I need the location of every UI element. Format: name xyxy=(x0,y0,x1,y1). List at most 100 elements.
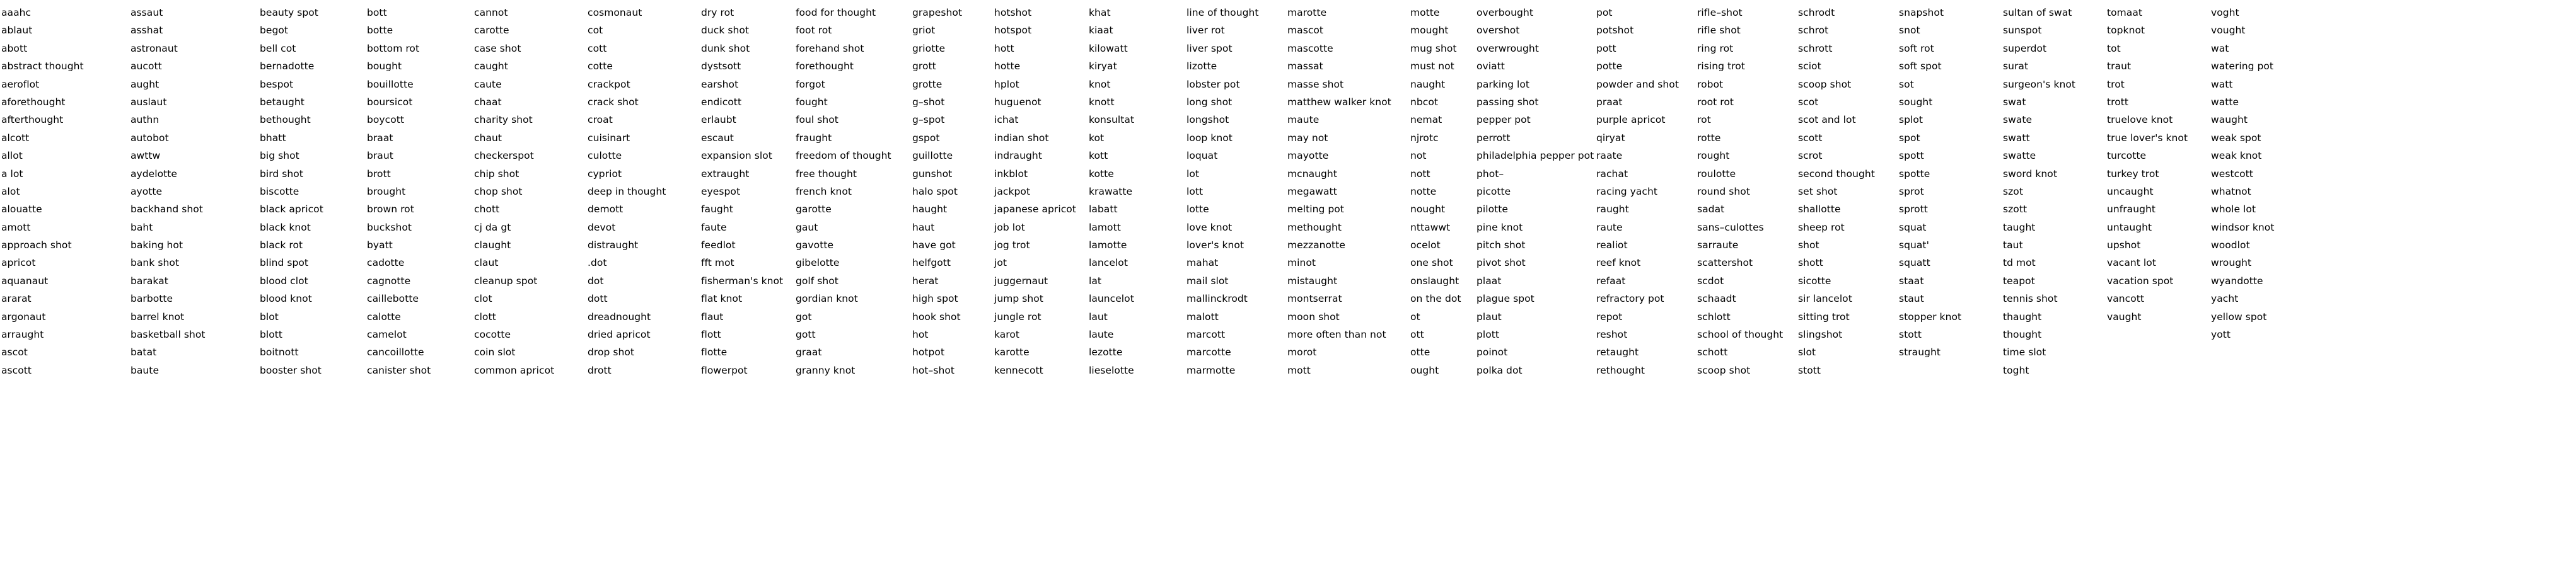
word-entry[interactable]: not xyxy=(1410,147,1470,164)
word-entry[interactable]: repot xyxy=(1596,308,1691,326)
word-entry[interactable]: weak knot xyxy=(2211,147,2315,164)
word-entry[interactable]: guillotte xyxy=(912,147,988,164)
word-entry[interactable]: jog trot xyxy=(994,236,1082,254)
word-entry[interactable]: picotte xyxy=(1477,183,1590,200)
word-entry[interactable]: cadotte xyxy=(367,254,468,272)
word-entry[interactable]: hot xyxy=(912,326,988,343)
word-entry[interactable]: baute xyxy=(131,362,253,379)
word-entry[interactable]: notte xyxy=(1410,183,1470,200)
word-entry[interactable]: baking hot xyxy=(131,236,253,254)
word-entry[interactable]: scot and lot xyxy=(1798,111,1893,129)
word-entry[interactable]: pitch shot xyxy=(1477,236,1590,254)
word-entry[interactable]: mought xyxy=(1410,21,1470,39)
word-entry[interactable]: wyandotte xyxy=(2211,272,2315,290)
word-entry[interactable]: laut xyxy=(1089,308,1180,326)
word-entry[interactable]: lizotte xyxy=(1186,57,1281,75)
word-entry[interactable]: njrotc xyxy=(1410,129,1470,147)
word-entry[interactable]: foot rot xyxy=(796,21,906,39)
word-entry[interactable]: loquat xyxy=(1186,147,1281,164)
word-entry[interactable]: vacation spot xyxy=(2107,272,2205,290)
word-entry[interactable]: refractory pot xyxy=(1596,290,1691,307)
word-entry[interactable]: morot xyxy=(1287,343,1404,361)
word-entry[interactable]: megawatt xyxy=(1287,183,1404,200)
word-entry[interactable]: indian shot xyxy=(994,129,1082,147)
word-entry[interactable]: scott xyxy=(1798,129,1893,147)
word-entry[interactable]: laute xyxy=(1089,326,1180,343)
word-entry[interactable]: calotte xyxy=(367,308,468,326)
word-entry[interactable]: swatte xyxy=(2003,147,2101,164)
word-entry[interactable]: blott xyxy=(260,326,361,343)
word-entry[interactable]: lott xyxy=(1186,183,1281,200)
word-entry[interactable]: stott xyxy=(1798,362,1893,379)
word-entry[interactable]: vancott xyxy=(2107,290,2205,307)
word-entry[interactable]: spott xyxy=(1899,147,1997,164)
word-entry[interactable]: spotte xyxy=(1899,165,1997,183)
word-entry[interactable]: cott xyxy=(588,40,695,57)
word-entry[interactable]: unfraught xyxy=(2107,200,2205,218)
word-entry[interactable]: bethought xyxy=(260,111,361,129)
word-entry[interactable]: booster shot xyxy=(260,362,361,379)
word-entry[interactable]: toght xyxy=(2003,362,2101,379)
word-entry[interactable]: blood knot xyxy=(260,290,361,307)
word-entry[interactable]: lancelot xyxy=(1089,254,1180,272)
word-entry[interactable]: claut xyxy=(474,254,581,272)
word-entry[interactable]: black knot xyxy=(260,219,361,236)
word-entry[interactable]: plott xyxy=(1477,326,1590,343)
word-entry[interactable]: staat xyxy=(1899,272,1997,290)
word-entry[interactable]: flotte xyxy=(701,343,789,361)
word-entry[interactable]: devot xyxy=(588,219,695,236)
word-entry[interactable]: cot xyxy=(588,21,695,39)
word-entry[interactable]: yacht xyxy=(2211,290,2315,307)
word-entry[interactable]: cosmonaut xyxy=(588,4,695,21)
word-entry[interactable]: crack shot xyxy=(588,93,695,111)
word-entry[interactable]: lat xyxy=(1089,272,1180,290)
word-entry[interactable]: longshot xyxy=(1186,111,1281,129)
word-entry[interactable]: dot xyxy=(588,272,695,290)
word-entry[interactable]: griot xyxy=(912,21,988,39)
word-entry[interactable]: alot xyxy=(1,183,124,200)
word-entry[interactable]: true lover's knot xyxy=(2107,129,2205,147)
word-entry[interactable]: powder and shot xyxy=(1596,76,1691,93)
word-entry[interactable]: trott xyxy=(2107,93,2205,111)
word-entry[interactable]: scrot xyxy=(1798,147,1893,164)
word-entry[interactable]: marcott xyxy=(1186,326,1281,343)
word-entry[interactable]: roulotte xyxy=(1697,165,1792,183)
word-entry[interactable]: ring rot xyxy=(1697,40,1792,57)
word-entry[interactable]: polka dot xyxy=(1477,362,1590,379)
word-entry[interactable]: expansion slot xyxy=(701,147,789,164)
word-entry[interactable]: bottom rot xyxy=(367,40,468,57)
word-entry[interactable]: nbcot xyxy=(1410,93,1470,111)
word-entry[interactable]: mascot xyxy=(1287,21,1404,39)
word-entry[interactable]: pott xyxy=(1596,40,1691,57)
word-entry[interactable]: sultan of swat xyxy=(2003,4,2101,21)
word-entry[interactable]: pot xyxy=(1596,4,1691,21)
word-entry[interactable]: big shot xyxy=(260,147,361,164)
word-entry[interactable]: liver rot xyxy=(1186,21,1281,39)
word-entry[interactable]: massat xyxy=(1287,57,1404,75)
word-entry[interactable]: coin slot xyxy=(474,343,581,361)
word-entry[interactable]: soft rot xyxy=(1899,40,1997,57)
word-entry[interactable]: kennecott xyxy=(994,362,1082,379)
word-entry[interactable]: begot xyxy=(260,21,361,39)
word-entry[interactable]: schrott xyxy=(1798,40,1893,57)
word-entry[interactable]: forehand shot xyxy=(796,40,906,57)
word-entry[interactable]: marmotte xyxy=(1186,362,1281,379)
word-entry[interactable]: gaut xyxy=(796,219,906,236)
word-entry[interactable]: gunshot xyxy=(912,165,988,183)
word-entry[interactable]: matthew walker knot xyxy=(1287,93,1404,111)
word-entry[interactable]: brott xyxy=(367,165,468,183)
word-entry[interactable]: dott xyxy=(588,290,695,307)
word-entry[interactable]: case shot xyxy=(474,40,581,57)
word-entry[interactable]: ought xyxy=(1410,362,1470,379)
word-entry[interactable]: mezzanotte xyxy=(1287,236,1404,254)
word-entry[interactable]: mug shot xyxy=(1410,40,1470,57)
word-entry[interactable]: dry rot xyxy=(701,4,789,21)
word-entry[interactable]: faute xyxy=(701,219,789,236)
word-entry[interactable]: boursicot xyxy=(367,93,468,111)
word-entry[interactable]: rifle–shot xyxy=(1697,4,1792,21)
word-entry[interactable]: extraught xyxy=(701,165,789,183)
word-entry[interactable]: ascott xyxy=(1,362,124,379)
word-entry[interactable]: indraught xyxy=(994,147,1082,164)
word-entry[interactable]: phot– xyxy=(1477,165,1590,183)
word-entry[interactable]: qiryat xyxy=(1596,129,1691,147)
